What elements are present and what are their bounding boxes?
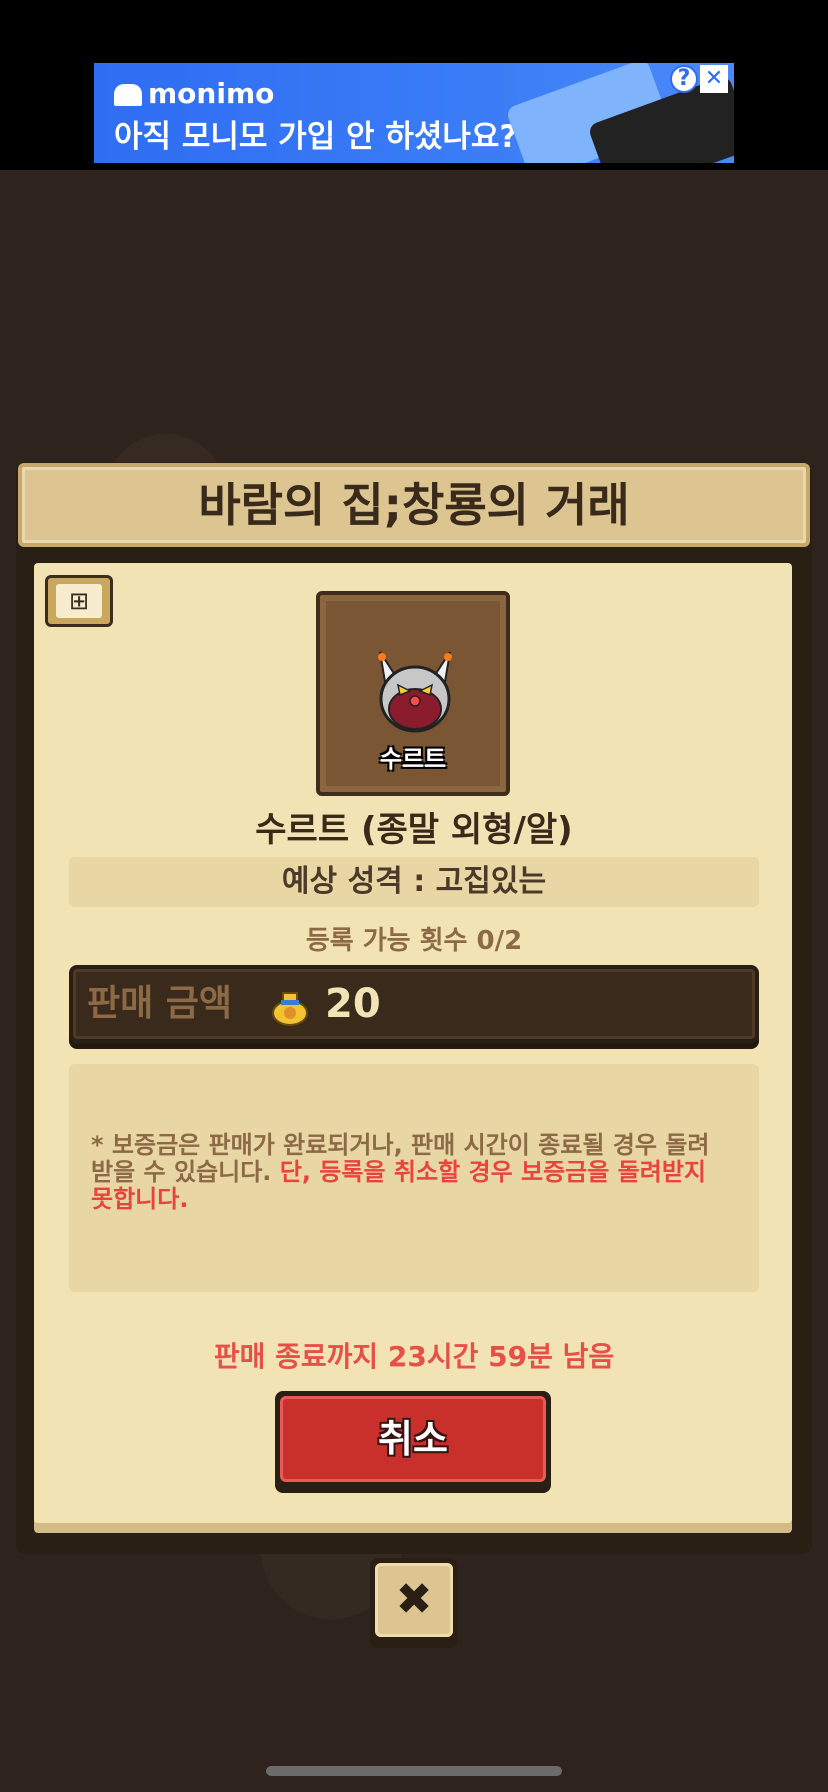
ad-help-icon[interactable]: ? xyxy=(670,65,698,93)
price-field: 판매 금액 20 xyxy=(69,965,759,1043)
ad-banner[interactable]: monimo 아직 모니모 가입 안 하셨나요? ? ✕ xyxy=(94,63,734,163)
registration-count: 등록 가능 횟수 0/2 xyxy=(305,926,523,956)
cancel-label: 취소 xyxy=(378,1417,448,1461)
price-label: 판매 금액 xyxy=(87,983,233,1024)
price-value: 20 xyxy=(325,981,381,1027)
sale-timer: 판매 종료까지 23시간 59분 남음 xyxy=(213,1340,615,1373)
dialog-title: 바람의 집;창룡의 거래 xyxy=(198,478,630,532)
deposit-notice: * 보증금은 판매가 완료되거나, 판매 시간이 종료될 경우 돌려받을 수 있… xyxy=(69,1064,759,1292)
item-card-label: 수르트 xyxy=(379,745,447,773)
tree-icon: ⊞ xyxy=(56,584,102,618)
item-card[interactable]: 수르트 xyxy=(316,591,510,796)
home-indicator[interactable] xyxy=(266,1766,562,1776)
notice-text: * 보증금은 판매가 완료되거나, 판매 시간이 종료될 경우 돌려받을 수 있… xyxy=(91,1131,710,1213)
info-toggle-button[interactable]: ⊞ xyxy=(45,575,113,627)
ad-headline: 아직 모니모 가입 안 하셨나요? xyxy=(114,119,518,155)
surt-egg-icon xyxy=(378,651,452,733)
expected-trait: 예상 성격 : 고집있는 xyxy=(69,857,759,907)
close-button[interactable]: ✖ xyxy=(370,1558,458,1648)
close-icon: ✖ xyxy=(375,1563,453,1637)
gold-pouch-icon xyxy=(272,992,308,1026)
item-name: 수르트 (종말 외형/알) xyxy=(255,810,573,850)
ad-brand: monimo xyxy=(114,77,274,110)
cancel-button[interactable]: 취소 xyxy=(275,1391,551,1493)
dialog-title-bar: 바람의 집;창룡의 거래 xyxy=(18,463,810,547)
ad-close-icon[interactable]: ✕ xyxy=(700,65,728,93)
monimo-logo-icon xyxy=(114,84,142,106)
